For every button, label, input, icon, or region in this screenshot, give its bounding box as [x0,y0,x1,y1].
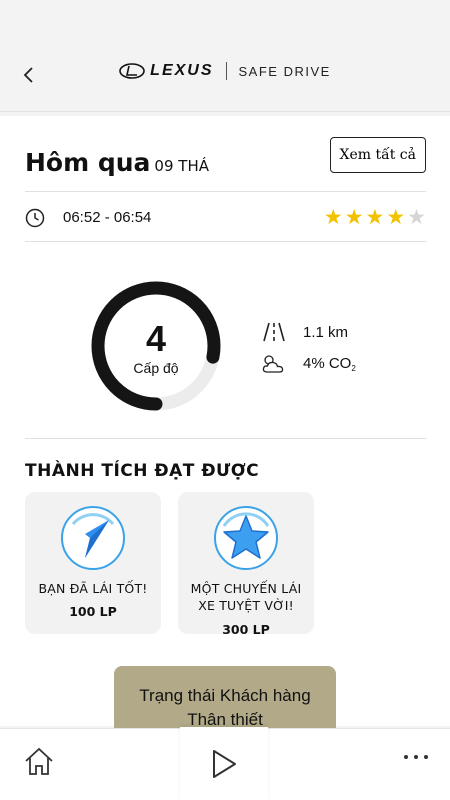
achievement-card-good-driving[interactable]: BẠN ĐÃ LÁI TỐT! 100 LP [25,492,161,634]
trip-card: Hôm qua 09 THÁ Xem tất cả 06:52 - 06:54 ★… [0,116,450,726]
level-value: 4 [145,318,167,359]
more-dot [414,755,418,759]
star-icon [214,506,278,570]
start-drive-tab[interactable] [180,727,268,800]
header-bar: LEXUS SAFE DRIVE [0,0,450,112]
navigation-arrow-icon [61,506,125,570]
loyalty-label-line1: Trạng thái Khách hàng [139,686,311,705]
trip-metrics: 1.1 km 4% CO2 [260,316,356,380]
co2-value: 4% CO2 [303,355,356,373]
bottom-tab-bar [0,727,450,800]
play-icon [213,750,236,778]
trip-day-label: Hôm qua [25,148,151,177]
brand-name: LEXUS [150,62,214,79]
trip-stats: 4 Cấp độ 1.1 km 4% CO2 [25,246,426,439]
home-icon [25,747,53,775]
level-label: Cấp độ [133,360,179,376]
see-all-button[interactable]: Xem tất cả [329,137,426,173]
lexus-emblem-icon [119,63,145,79]
brand-logo: LEXUS SAFE DRIVE [0,62,450,80]
lexus-logo: LEXUS [119,62,213,80]
co2-subscript: 2 [351,364,356,373]
home-tab[interactable] [22,745,56,779]
achievement-points: 100 LP [69,604,117,619]
app-subtitle: SAFE DRIVE [238,63,331,79]
more-menu-button[interactable] [404,747,428,767]
more-dots-icon [404,755,408,759]
co2-metric: 4% CO2 [260,348,356,380]
trip-rating: ★ ★ ★ ★ ★ [324,207,426,228]
loyalty-status-button[interactable]: Trạng thái Khách hàng Thân thiết [114,666,336,736]
trip-title: Hôm qua 09 THÁ [25,148,209,177]
distance-value: 1.1 km [303,323,349,341]
achievements-title: THÀNH TÍCH ĐẠT ĐƯỢC [25,461,260,481]
star-filled-icon: ★ [344,206,364,229]
distance-metric: 1.1 km [260,316,356,348]
star-filled-icon: ★ [365,206,385,229]
clock-icon [25,208,45,227]
star-filled-icon: ★ [323,206,343,229]
co2-text: 4% CO [303,355,352,372]
star-empty-icon: ★ [407,206,426,229]
road-icon [263,322,285,342]
trip-date: 09 THÁ [154,157,209,175]
level-gauge: 4 Cấp độ [90,280,222,412]
trip-time-range: 06:52 - 06:54 [63,209,152,226]
achievement-card-great-trip[interactable]: MỘT CHUYẾN LÁI XE TUYỆT VỜI! 300 LP [178,492,314,637]
trip-time-row: 06:52 - 06:54 ★ ★ ★ ★ ★ [25,194,426,242]
app-screen: LEXUS SAFE DRIVE Hôm qua 09 THÁ Xem tất c… [0,0,450,800]
cloud-sun-icon [262,355,284,373]
more-dot [424,755,428,759]
achievement-label: MỘT CHUYẾN LÁI XE TUYỆT VỜI! [190,581,302,613]
achievement-label: BẠN ĐÃ LÁI TỐT! [38,581,148,596]
star-filled-icon: ★ [386,206,406,229]
trip-title-row: Hôm qua 09 THÁ Xem tất cả [25,136,426,192]
brand-divider [225,62,227,80]
achievement-points: 300 LP [222,622,270,637]
